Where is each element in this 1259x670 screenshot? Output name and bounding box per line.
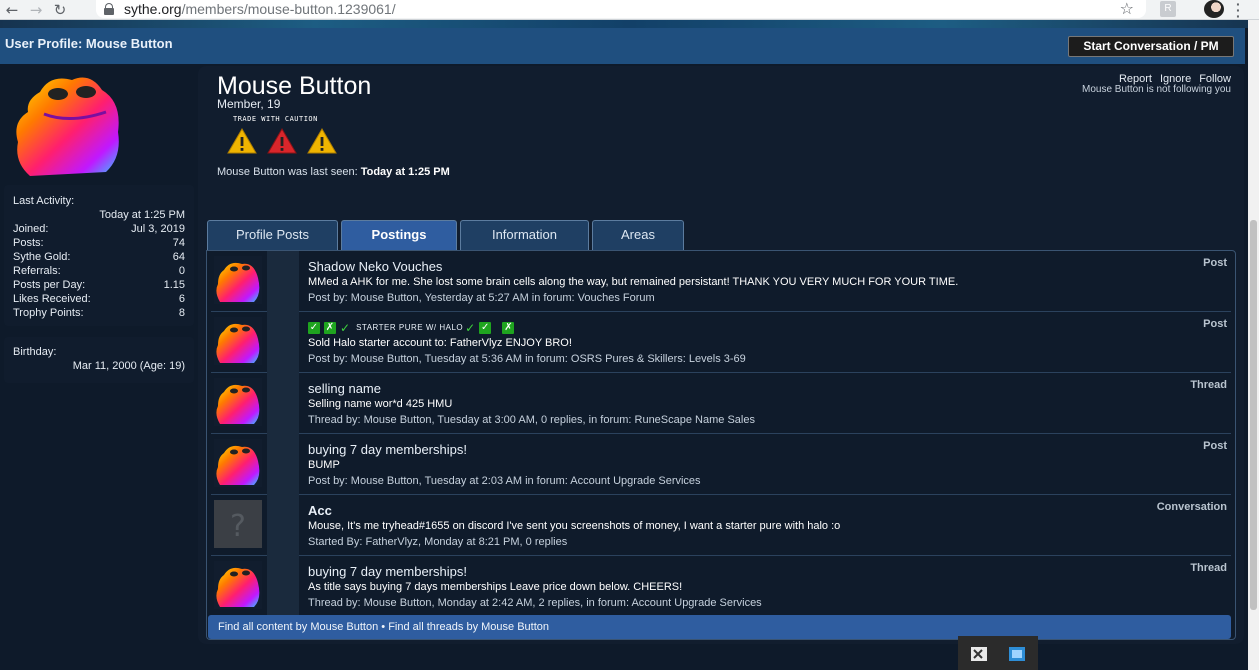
svg-text:?: ? (230, 509, 246, 544)
user-title: Member, 19 (217, 97, 281, 111)
posting-snippet: MMed a AHK for me. She lost some brain c… (308, 276, 959, 288)
reload-icon[interactable]: ↻ (48, 0, 72, 20)
warning-triangle-icon (307, 128, 337, 154)
follow-status: Mouse Button is not following you (1082, 84, 1231, 95)
find-content-bar: Find all content by Mouse Button • Find … (208, 615, 1231, 639)
posting-snippet: As title says buying 7 days memberships … (308, 581, 683, 593)
site-banner-strip (0, 20, 1259, 28)
user-avatar[interactable] (214, 378, 262, 426)
posting-title[interactable]: buying 7 day memberships! (308, 442, 467, 457)
posting-type: Post (1203, 318, 1227, 330)
forward-arrow-icon[interactable]: → (24, 0, 48, 20)
posting-meta: Post by: Mouse Button, Tuesday at 2:03 A… (308, 475, 701, 487)
posting-meta: Post by: Mouse Button, Tuesday at 5:36 A… (308, 353, 746, 365)
page-scrollbar[interactable] (1248, 20, 1259, 670)
postings-list: Shadow Neko Vouches MMed a AHK for me. S… (206, 250, 1236, 640)
user-avatar[interactable] (214, 317, 262, 365)
posting-title[interactable]: buying 7 day memberships! (308, 564, 467, 579)
tab-profile-posts[interactable]: Profile Posts (207, 220, 338, 250)
profile-avatar[interactable] (10, 72, 128, 180)
birthday-value: Mar 11, 2000 (Age: 19) (72, 360, 185, 372)
posting-type: Thread (1190, 562, 1227, 574)
cross-check-icon: ✗ (502, 321, 515, 334)
star-icon[interactable]: ☆ (1120, 0, 1134, 18)
stat-trophy-points: Trophy Points: 8 (13, 307, 185, 319)
url-host: sythe.org (124, 1, 182, 17)
list-item[interactable]: ? Acc Mouse, It's me tryhead#1655 on dis… (211, 495, 1231, 556)
last-activity-label: Last Activity: (13, 195, 75, 207)
posting-snippet: Selling name wor*d 425 HMU (308, 398, 453, 410)
network-icon[interactable] (1008, 646, 1026, 662)
posting-type: Thread (1190, 379, 1227, 391)
check-icon: ✓ (340, 320, 351, 335)
stat-joined: Joined: Jul 3, 2019 (13, 223, 185, 235)
tab-postings[interactable]: Postings (341, 220, 457, 250)
tab-areas[interactable]: Areas (592, 220, 684, 250)
separator: • (381, 621, 386, 633)
posting-snippet: Mouse, It's me tryhead#1655 on discord I… (308, 520, 841, 532)
posting-title[interactable]: Acc (308, 503, 332, 518)
browser-menu-icon[interactable]: · · · (1236, 0, 1241, 23)
url-path: /members/mouse-button.1239061/ (181, 1, 396, 17)
list-item[interactable]: Shadow Neko Vouches MMed a AHK for me. S… (211, 251, 1231, 312)
stat-likes-received: Likes Received: 6 (13, 293, 185, 305)
stat-posts: Posts: 74 (13, 237, 185, 249)
browser-toolbar: ← → ↻ sythe.org/members/mouse-button.123… (0, 0, 1259, 23)
start-conversation-button[interactable]: Start Conversation / PM (1068, 36, 1234, 57)
snipping-tool-icon[interactable] (970, 646, 988, 662)
trade-caution-label: TRADE WITH CAUTION (233, 115, 318, 123)
warning-triangle-icon (267, 128, 297, 154)
default-avatar-icon[interactable]: ? (214, 500, 262, 548)
posting-type: Conversation (1156, 501, 1227, 513)
posting-snippet: Sold Halo starter account to: FatherVlyz… (308, 337, 572, 349)
user-avatar[interactable] (214, 439, 262, 487)
birthday-box: Birthday: Mar 11, 2000 (Age: 19) (4, 337, 194, 383)
stat-sythe-gold: Sythe Gold: 64 (13, 251, 185, 263)
check-icon: ✓ (308, 321, 320, 334)
stat-referrals: Referrals: 0 (13, 265, 185, 277)
back-arrow-icon[interactable]: ← (0, 0, 24, 20)
birthday-label: Birthday: (13, 346, 57, 358)
check-icon: ✓ (479, 321, 492, 334)
find-all-threads-link[interactable]: Find all threads by Mouse Button (388, 621, 549, 633)
page-title: User Profile: Mouse Button (5, 36, 173, 51)
profile-actions: Report Ignore Follow Mouse Button is not f… (1082, 73, 1231, 95)
taskbar-tray-popup (958, 636, 1038, 670)
posting-snippet: BUMP (308, 459, 340, 471)
browser-profile-avatar[interactable] (1204, 0, 1224, 18)
posting-title[interactable]: ✓ ✗ ✓ STARTER PURE W/ HALO ✓ ✓ ✗ (308, 319, 518, 334)
activity-stats-box: Last Activity: Today at 1:25 PM Joined: J… (4, 185, 194, 326)
tab-information[interactable]: Information (460, 220, 589, 250)
posting-type: Post (1203, 257, 1227, 269)
list-item[interactable]: buying 7 day memberships! BUMP Post by: … (211, 434, 1231, 495)
list-item[interactable]: ✓ ✗ ✓ STARTER PURE W/ HALO ✓ ✓ ✗ Sold Halo st… (211, 312, 1231, 373)
profile-title-bar: User Profile: Mouse Button Start Convers… (0, 28, 1245, 64)
cross-check-icon: ✗ (324, 321, 336, 334)
user-avatar[interactable] (214, 256, 262, 304)
find-all-content-link[interactable]: Find all content by Mouse Button (218, 621, 378, 633)
user-avatar[interactable] (214, 561, 262, 609)
list-item[interactable]: buying 7 day memberships! As title says … (211, 556, 1231, 617)
last-activity-value: Today at 1:25 PM (99, 209, 185, 221)
posting-title[interactable]: Shadow Neko Vouches (308, 259, 442, 274)
warning-triangle-icon (227, 128, 257, 154)
posting-meta: Started By: FatherVlyz, Monday at 8:21 P… (308, 536, 568, 548)
last-seen: Mouse Button was last seen: Today at 1:2… (217, 166, 450, 178)
posting-title[interactable]: selling name (308, 381, 381, 396)
stat-posts-per-day: Posts per Day: 1.15 (13, 279, 185, 291)
check-icon: ✓ (465, 320, 476, 335)
lock-icon (104, 3, 114, 15)
extension-icon[interactable]: R (1160, 1, 1176, 17)
list-item[interactable]: selling name Selling name wor*d 425 HMU … (211, 373, 1231, 434)
scrollbar-thumb[interactable] (1250, 220, 1257, 610)
posting-type: Post (1203, 440, 1227, 452)
posting-meta: Thread by: Mouse Button, Monday at 2:42 … (308, 597, 762, 609)
address-bar[interactable]: sythe.org/members/mouse-button.1239061/ … (96, 0, 1146, 18)
posting-meta: Post by: Mouse Button, Yesterday at 5:27… (308, 292, 655, 304)
posting-meta: Thread by: Mouse Button, Tuesday at 3:00… (308, 414, 755, 426)
